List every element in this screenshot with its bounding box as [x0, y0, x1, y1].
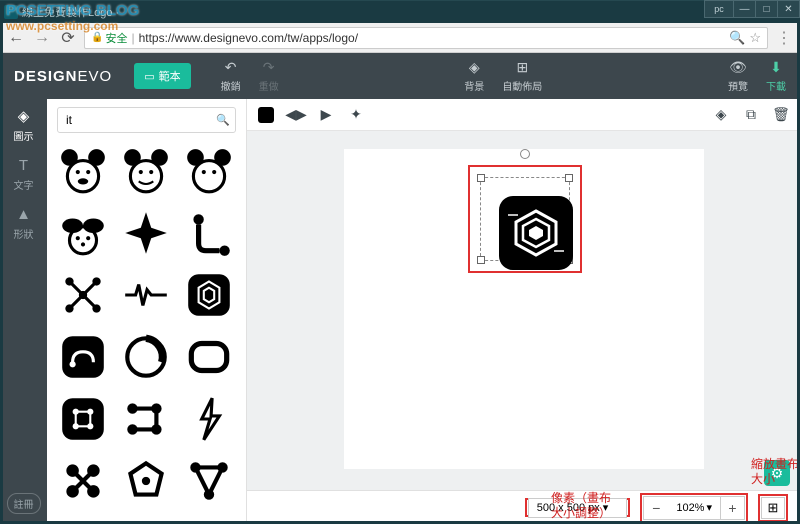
icon-item[interactable]	[120, 269, 172, 321]
browser-toolbar: ← → ⟳ 🔒安全 | https://www.designevo.com/tw…	[0, 23, 800, 53]
zoom-control: − 102%▾ +	[643, 496, 745, 520]
address-bar[interactable]: 🔒安全 | https://www.designevo.com/tw/apps/…	[84, 27, 768, 49]
register-button[interactable]: 註冊	[7, 493, 41, 514]
template-label: 範本	[159, 68, 181, 84]
icon-item[interactable]	[57, 207, 109, 259]
selection-box	[468, 165, 582, 273]
icon-grid	[47, 141, 246, 524]
left-rail: ◈圖示 T文字 ▲形狀 註冊	[0, 99, 47, 524]
zoom-in-button[interactable]: +	[720, 497, 744, 519]
rail-icon[interactable]: ◈圖示	[14, 107, 34, 143]
template-icon: ▭	[144, 70, 154, 83]
icon-item[interactable]	[183, 331, 235, 383]
annotation-zoom: 縮放畫布大小	[751, 457, 800, 488]
tab-title: 線上免費製作Logo ·	[22, 4, 119, 20]
search-input[interactable]	[57, 107, 236, 133]
forward-button: →	[32, 28, 52, 48]
close-button[interactable]: ✕	[777, 0, 800, 18]
icon-item[interactable]	[120, 393, 172, 445]
redo-button: ↷重做	[259, 59, 279, 93]
canvas[interactable]	[344, 149, 704, 469]
template-button[interactable]: ▭ 範本	[134, 63, 190, 89]
effects-button[interactable]: ✦	[347, 106, 365, 124]
copy-button[interactable]: ⧉	[742, 106, 760, 124]
icon-item[interactable]	[183, 145, 235, 197]
secure-badge: 🔒安全	[91, 30, 127, 46]
eye-icon: 👁	[729, 59, 747, 76]
app-logo: DESIGNEVO	[14, 68, 112, 85]
download-button[interactable]: ⬇下載	[766, 59, 786, 93]
star-icon[interactable]: ☆	[749, 30, 761, 46]
shape-icon: ▲	[16, 206, 31, 223]
icon-item[interactable]	[183, 269, 235, 321]
secure-label: 安全	[105, 30, 127, 46]
resize-handle-tl[interactable]	[477, 174, 485, 182]
undo-icon: ↶	[225, 59, 237, 76]
background-button[interactable]: ◈背景	[464, 59, 484, 93]
icon-item[interactable]	[183, 455, 235, 507]
app-header: DESIGNEVO ▭ 範本 ↶撤銷 ↷重做 ◈背景 ⊞自動佈局 👁預覽 ⬇下載	[0, 53, 800, 99]
icon-panel	[47, 99, 247, 524]
pc-button[interactable]: pc	[704, 0, 734, 18]
lock-icon: 🔒	[91, 32, 103, 43]
grid-toggle-button[interactable]: ⊞	[761, 497, 785, 519]
minimize-button[interactable]: —	[733, 0, 756, 18]
autolayout-icon: ⊞	[516, 59, 528, 76]
delete-button[interactable]: 🗑	[772, 106, 790, 124]
fill-color-button[interactable]	[257, 106, 275, 124]
flip-v-button[interactable]: ▶	[317, 106, 335, 124]
url-text: https://www.designevo.com/tw/apps/logo/	[139, 31, 726, 45]
window-titlebar: 線上免費製作Logo · pc — □ ✕	[0, 0, 800, 23]
autolayout-button[interactable]: ⊞自動佈局	[502, 59, 542, 93]
icon-item[interactable]	[183, 207, 235, 259]
icon-item[interactable]	[57, 393, 109, 445]
download-icon: ⬇	[770, 59, 782, 76]
icon-item[interactable]	[120, 331, 172, 383]
zoom-out-button[interactable]: −	[644, 497, 668, 519]
reload-button[interactable]: ⟳	[58, 28, 78, 48]
background-icon: ◈	[469, 59, 480, 76]
layer-button[interactable]: ◈	[712, 106, 730, 124]
resize-handle-bl[interactable]	[477, 256, 485, 264]
bottom-bar: 500 x 500 px ▾ − 102%▾ + ⊞	[247, 490, 800, 524]
icon-item[interactable]	[57, 269, 109, 321]
canvas-toolbar: ◀▶ ▶ ✦ ◈ ⧉ 🗑	[247, 99, 800, 131]
icon-item[interactable]	[57, 145, 109, 197]
icon-item[interactable]	[57, 455, 109, 507]
resize-handle-tr[interactable]	[565, 174, 573, 182]
annotation-pixel: 像素（畫布 大小調整）	[551, 491, 611, 522]
icon-item[interactable]	[183, 393, 235, 445]
diamond-icon: ◈	[18, 107, 30, 125]
preview-button[interactable]: 👁預覽	[728, 59, 748, 93]
text-icon: T	[19, 157, 28, 174]
maximize-button[interactable]: □	[755, 0, 778, 18]
back-button[interactable]: ←	[6, 28, 26, 48]
redo-icon: ↷	[263, 59, 275, 76]
main-area: ◈圖示 T文字 ▲形狀 註冊	[0, 99, 800, 524]
canvas-area: ◀▶ ▶ ✦ ◈ ⧉ 🗑 ⚙	[247, 99, 800, 524]
search-icon[interactable]: 🔍	[729, 30, 745, 46]
icon-item[interactable]	[57, 331, 109, 383]
icon-item[interactable]	[120, 207, 172, 259]
rail-shape[interactable]: ▲形狀	[14, 206, 34, 241]
menu-button[interactable]: ⋮	[774, 28, 794, 48]
selected-logo[interactable]	[499, 196, 573, 270]
icon-item[interactable]	[120, 145, 172, 197]
flip-h-button[interactable]: ◀▶	[287, 106, 305, 124]
rail-text[interactable]: T文字	[14, 157, 34, 192]
undo-button[interactable]: ↶撤銷	[221, 59, 241, 93]
icon-item[interactable]	[120, 455, 172, 507]
zoom-value[interactable]: 102%▾	[668, 501, 720, 514]
favicon	[4, 5, 18, 19]
rotate-handle[interactable]	[520, 149, 530, 159]
